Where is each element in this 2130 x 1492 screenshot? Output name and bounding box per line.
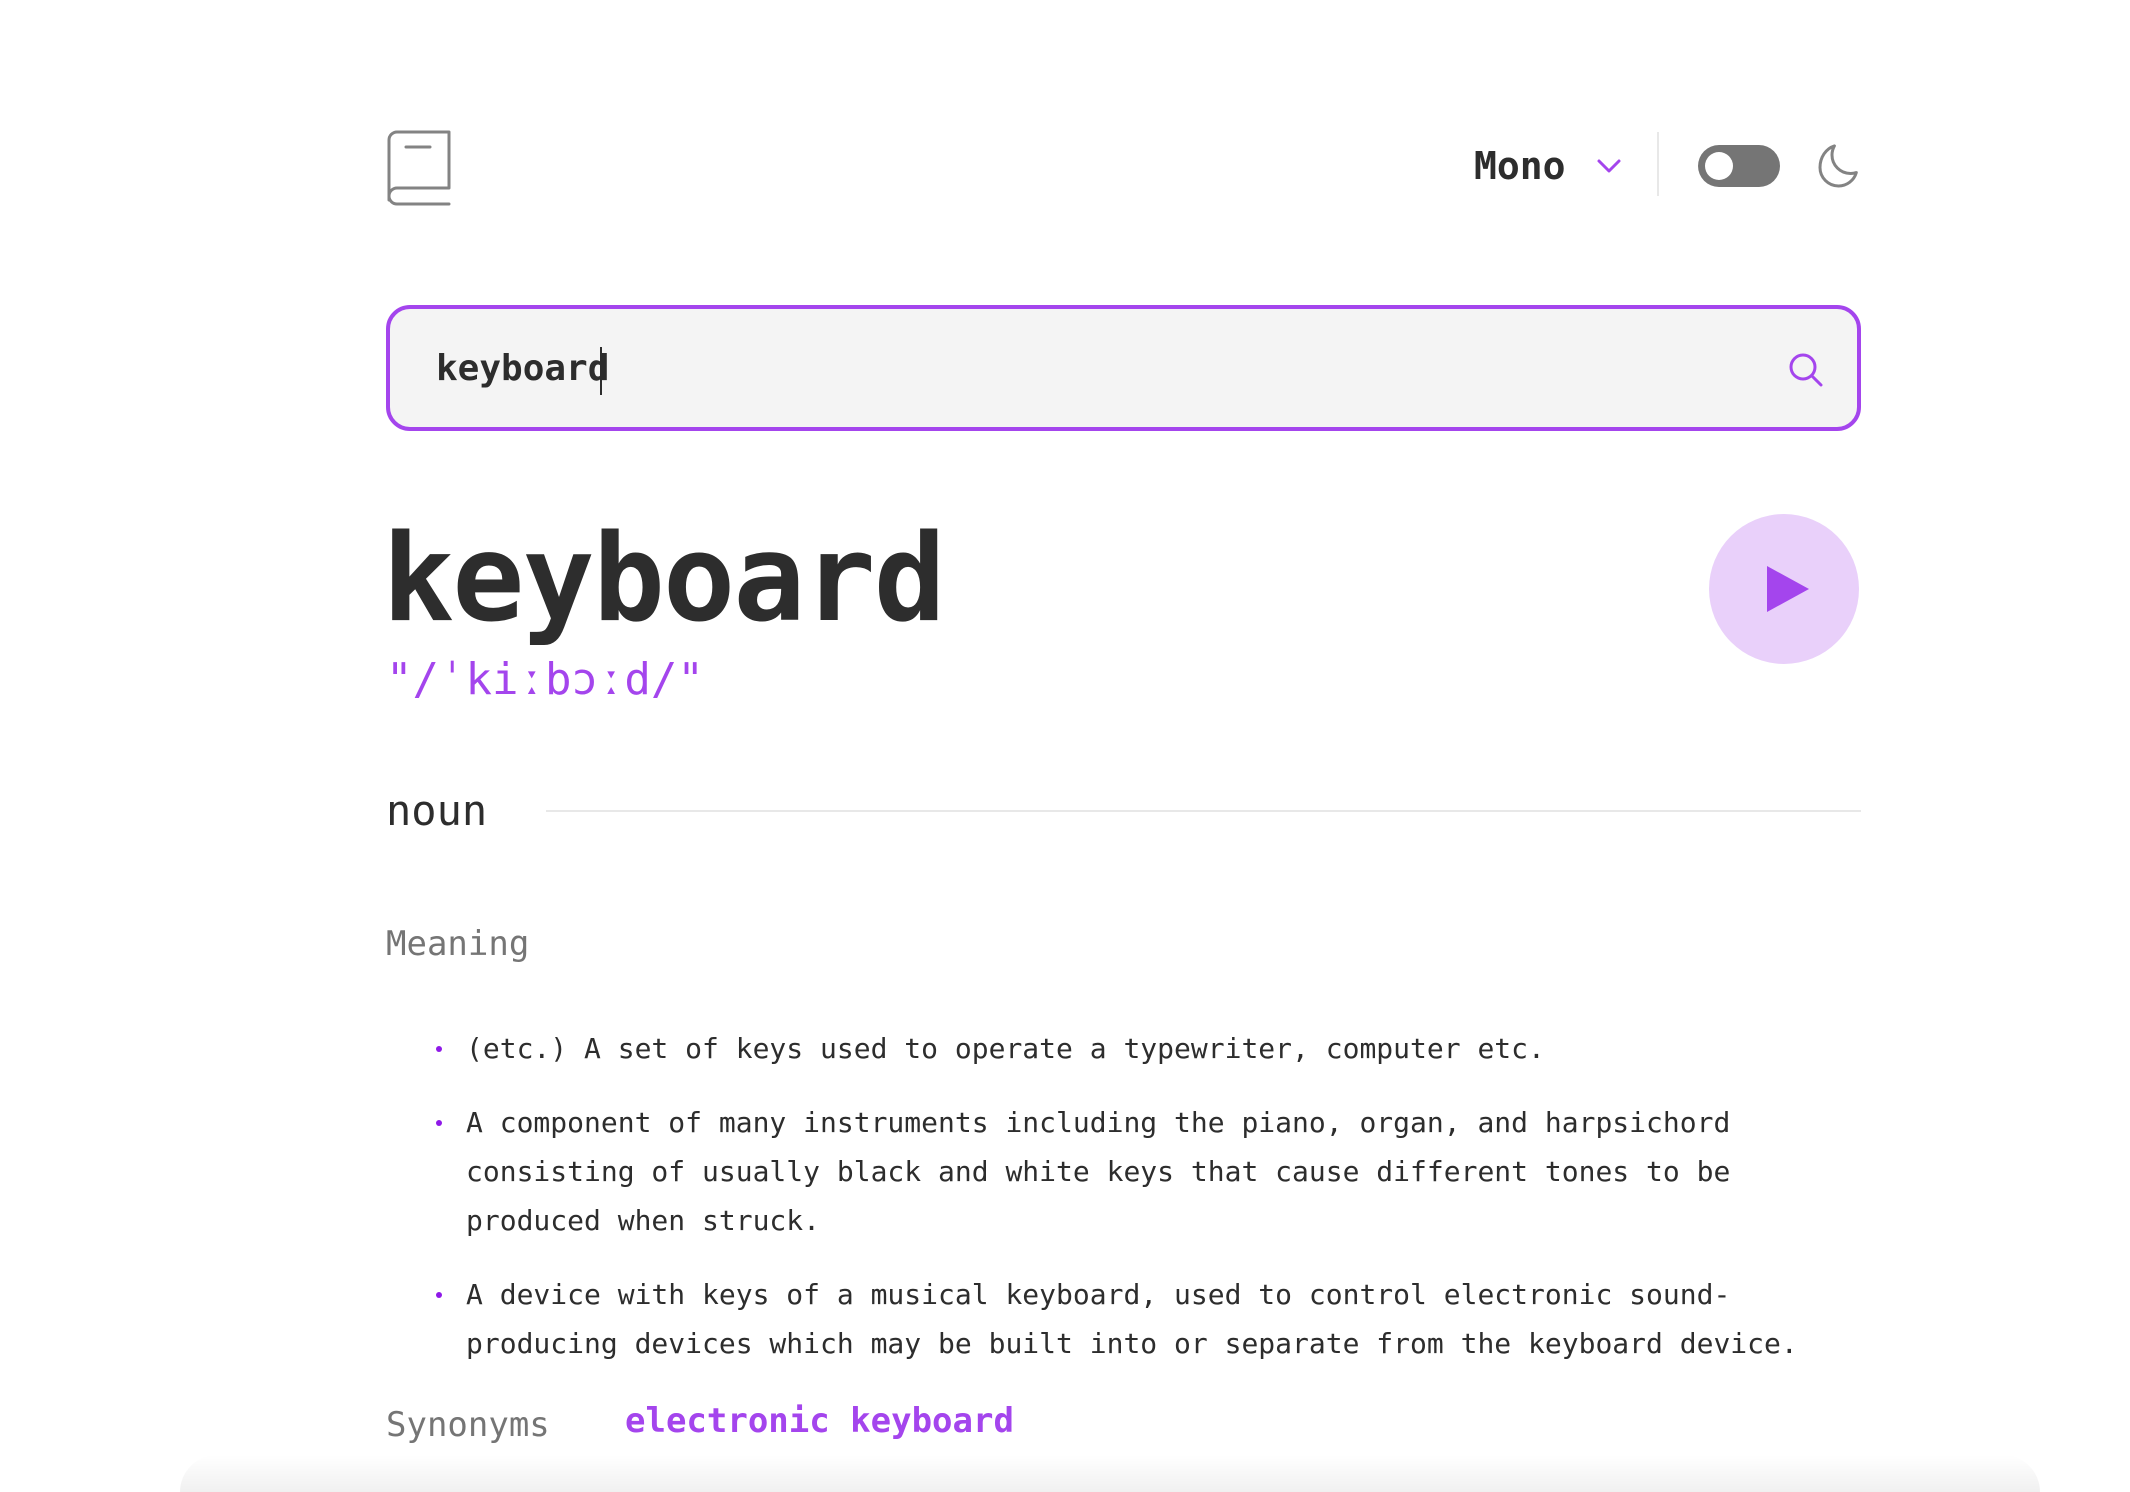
toggle-knob xyxy=(1705,152,1733,180)
part-of-speech: noun xyxy=(386,786,488,835)
dictionary-app: Mono keyboard "/ˈkiːbɔːd/" xyxy=(382,0,1861,1492)
moon-icon xyxy=(1816,144,1860,188)
definition-item: A component of many instruments includin… xyxy=(436,1098,1861,1245)
play-icon xyxy=(1767,566,1809,612)
text-cursor xyxy=(600,347,602,395)
font-selector[interactable]: Mono xyxy=(1474,138,1622,194)
meaning-heading: Meaning xyxy=(386,924,530,964)
synonym-link[interactable]: electronic keyboard xyxy=(625,1398,1014,1444)
bullet xyxy=(436,1120,442,1126)
header: Mono xyxy=(386,128,1861,206)
definition-item: A device with keys of a musical keyboard… xyxy=(436,1270,1861,1368)
search-icon[interactable] xyxy=(1787,351,1825,389)
section-divider xyxy=(546,810,1861,812)
theme-toggle[interactable] xyxy=(1698,145,1780,187)
header-divider xyxy=(1657,132,1659,196)
font-selector-value: Mono xyxy=(1474,144,1566,188)
definition-item: (etc.) A set of keys used to operate a t… xyxy=(436,1024,1861,1073)
play-audio-button[interactable] xyxy=(1709,514,1859,664)
definition-text: (etc.) A set of keys used to operate a t… xyxy=(466,1032,1545,1065)
synonyms-label: Synonyms xyxy=(386,1405,550,1445)
search-input[interactable] xyxy=(436,333,1736,403)
chevron-down-icon xyxy=(1596,158,1622,174)
definition-text: A component of many instruments includin… xyxy=(466,1106,1731,1237)
word-title: keyboard xyxy=(382,510,946,649)
bullet xyxy=(436,1046,442,1052)
phonetic: "/ˈkiːbɔːd/" xyxy=(386,654,704,705)
definition-list: (etc.) A set of keys used to operate a t… xyxy=(436,1024,1861,1393)
definition-text: A device with keys of a musical keyboard… xyxy=(466,1278,1798,1360)
search-bar xyxy=(386,305,1861,431)
bullet xyxy=(436,1292,442,1298)
book-icon xyxy=(386,130,452,206)
